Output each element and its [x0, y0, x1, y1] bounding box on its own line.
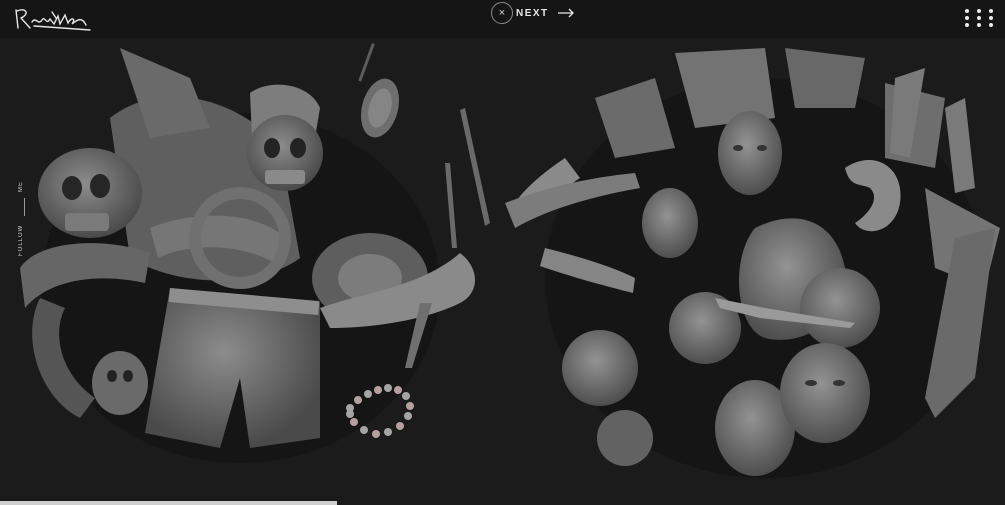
sunglasses	[358, 42, 400, 138]
close-button[interactable]: ×	[491, 2, 513, 24]
next-button[interactable]: NEXT	[516, 4, 575, 22]
artwork-apparel-sculpture[interactable]	[20, 38, 490, 478]
menu-dot-icon	[965, 16, 969, 20]
menu-dot-icon	[989, 9, 993, 13]
grid-menu-button[interactable]	[965, 9, 995, 27]
skull-center	[247, 84, 323, 191]
top-navigation-bar: × NEXT	[0, 0, 1005, 38]
next-label: NEXT	[516, 7, 549, 19]
close-icon: ×	[498, 7, 506, 19]
menu-dot-icon	[977, 23, 981, 27]
arrow-right-icon	[557, 8, 574, 18]
menu-dot-icon	[977, 16, 981, 20]
face-lower-right	[780, 343, 870, 443]
menu-dot-icon	[965, 23, 969, 27]
menu-dot-icon	[989, 23, 993, 27]
skull-left	[38, 148, 142, 238]
slide-progress-bar	[0, 501, 337, 505]
artwork-anatomy-sculpture[interactable]	[505, 38, 1005, 498]
menu-dot-icon	[989, 16, 993, 20]
signature-logo[interactable]	[12, 4, 92, 34]
menu-dot-icon	[977, 9, 981, 13]
face-center	[718, 111, 782, 195]
menu-dot-icon	[965, 9, 969, 13]
